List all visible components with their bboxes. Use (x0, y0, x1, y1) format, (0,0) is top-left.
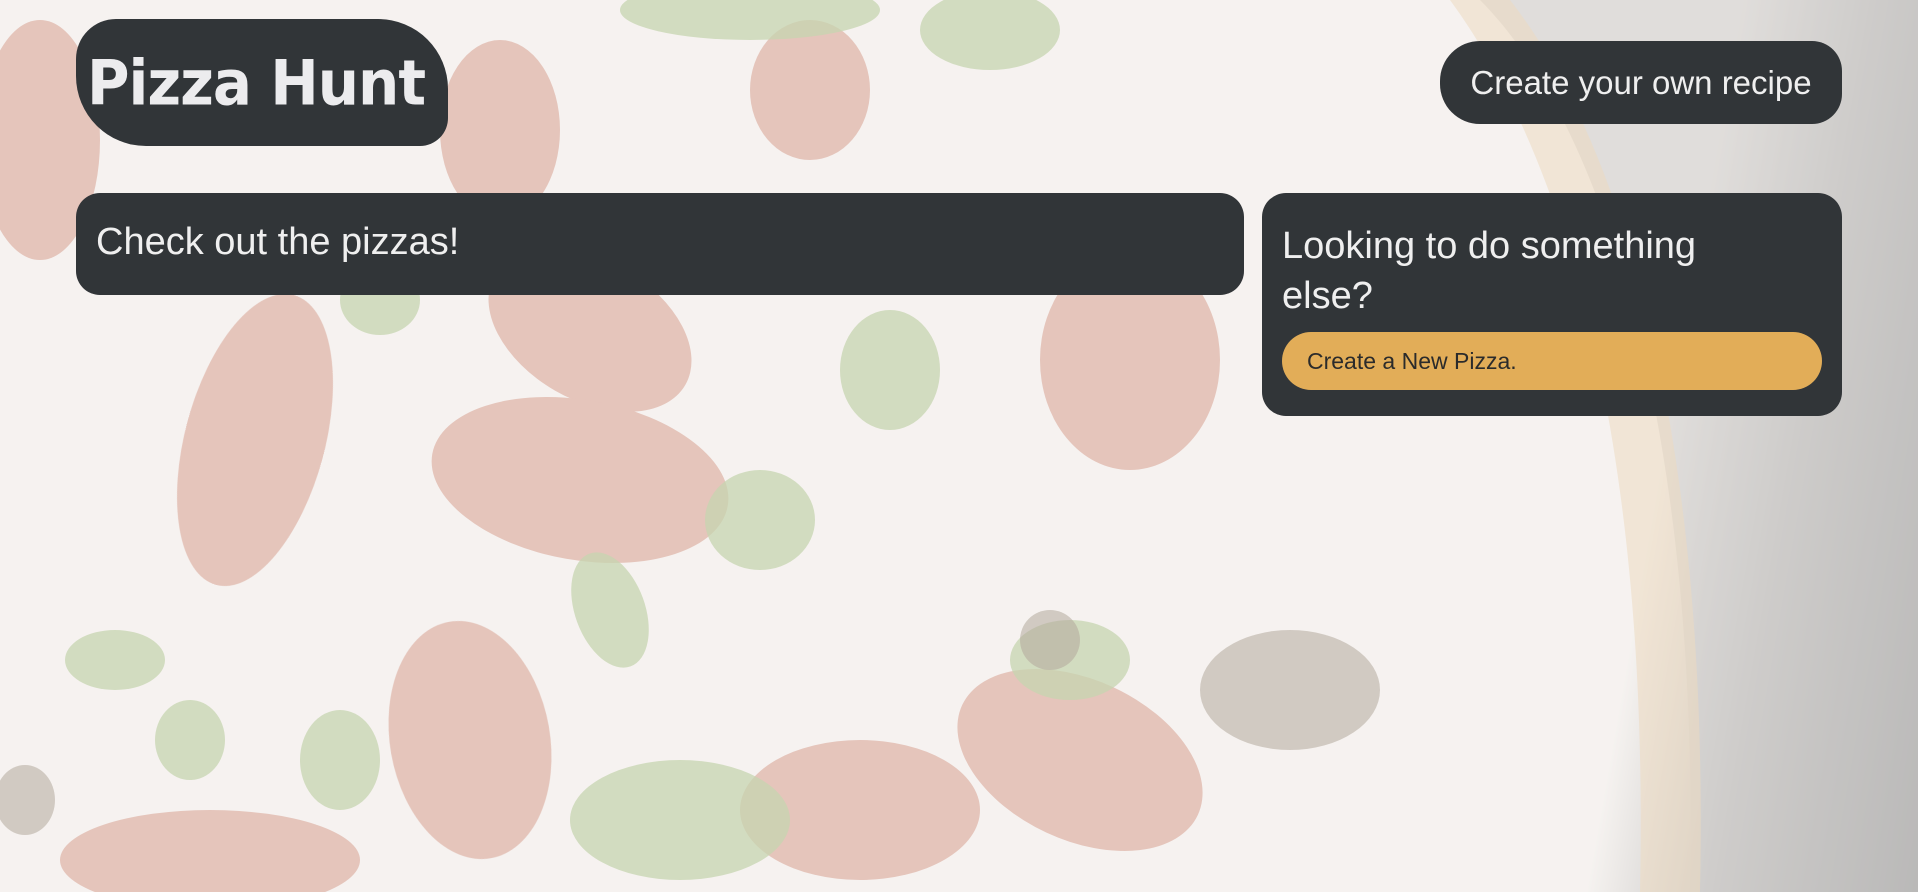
create-recipe-button[interactable]: Create your own recipe (1440, 41, 1842, 124)
side-panel: Looking to do something else? Create a N… (1262, 193, 1842, 416)
pizzas-panel: Check out the pizzas! (76, 193, 1244, 295)
site-logo[interactable]: Pizza Hunt (76, 19, 448, 146)
logo-text: Pizza Hunt (86, 45, 426, 120)
pizzas-heading: Check out the pizzas! (96, 221, 460, 263)
create-new-pizza-button[interactable]: Create a New Pizza. (1282, 332, 1822, 390)
side-panel-heading: Looking to do something else? (1282, 225, 1697, 317)
